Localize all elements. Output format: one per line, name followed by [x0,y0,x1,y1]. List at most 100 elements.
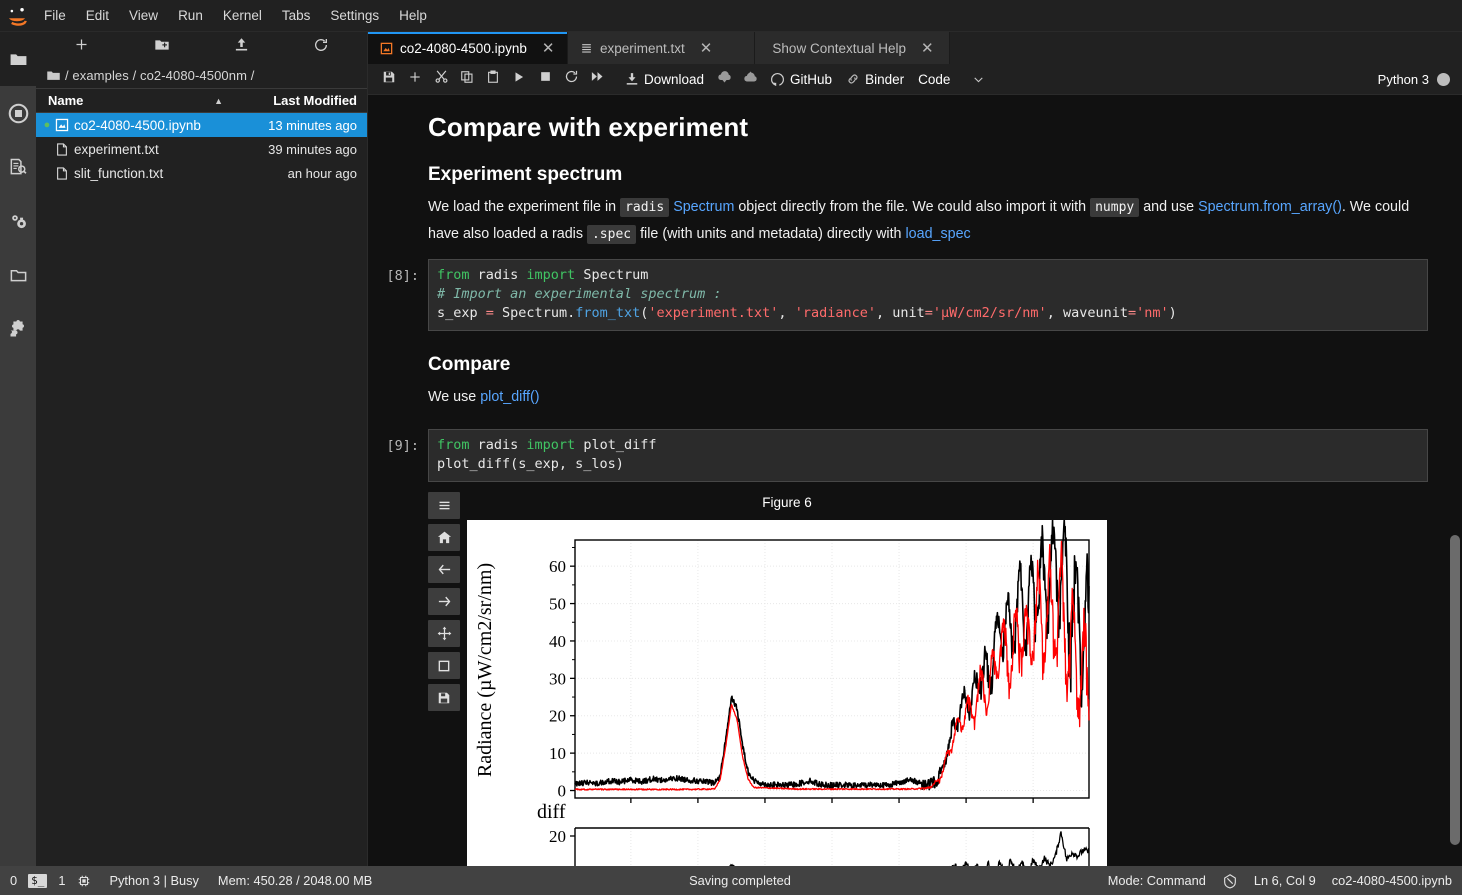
upload-button[interactable] [224,34,258,60]
code-cell-9[interactable]: [9]: from radis import plot_diff plot_di… [368,417,1448,486]
cpu-icon[interactable] [77,874,91,888]
link-spectrum-from-array[interactable]: Spectrum.from_array() [1198,199,1342,215]
refresh-button[interactable] [304,34,338,60]
run-cell-button[interactable] [506,67,532,92]
list-item[interactable]: ● co2-4080-4500.ipynb 13 minutes ago [36,113,367,137]
cursor-position[interactable]: Ln 6, Col 9 [1254,873,1316,888]
svg-text:0: 0 [558,782,567,801]
markdown-cell-heading[interactable]: Compare with experiment [368,95,1448,150]
sort-ascending-icon[interactable]: ▲ [214,96,223,106]
code-cell-8[interactable]: [8]: from radis import Spectrum # Import… [368,255,1448,335]
inline-code-numpy: numpy [1090,198,1140,217]
column-header-modified[interactable]: Last Modified [237,93,367,108]
tab-contextual-help[interactable]: Show Contextual Help ✕ [755,32,950,64]
new-folder-button[interactable] [145,34,179,60]
puzzle-piece-icon [8,319,28,339]
interrupt-kernel-button[interactable] [532,67,558,92]
copy-cell-button[interactable] [454,67,480,92]
text-run: object directly from the file. We could … [734,199,1091,215]
sidebar-item-property-inspector[interactable] [0,194,36,248]
kernel-name[interactable]: Python 3 [1378,72,1437,87]
sidebar-item-toc[interactable] [0,140,36,194]
vertical-scrollbar[interactable] [1448,95,1462,866]
copy-icon [460,70,474,89]
floppy-disk-icon [437,691,451,705]
mpl-menu-button[interactable] [428,492,460,519]
link-plot-diff[interactable]: plot_diff() [480,389,539,405]
svg-text:40: 40 [549,632,566,651]
file-name: slit_function.txt [74,165,164,181]
figure-plot[interactable]: 0102030405060020Radiance (µW/cm2/sr/nm)d… [467,520,1107,866]
menu-settings[interactable]: Settings [320,4,389,28]
inline-code-radis: radis [620,198,670,217]
binder-button[interactable]: Binder [839,67,911,92]
code-editor[interactable]: from radis import Spectrum # Import an e… [428,259,1428,331]
menu-tabs[interactable]: Tabs [272,4,321,28]
paste-cell-button[interactable] [480,67,506,92]
terminal-icon[interactable]: $_ [28,873,48,888]
mpl-back-button[interactable] [428,556,460,583]
close-icon[interactable]: ✕ [534,41,555,56]
code-editor[interactable]: from radis import plot_diff plot_diff(s_… [428,429,1428,482]
cell-type-dropdown[interactable]: Code [911,67,992,92]
markdown-cell-experiment[interactable]: Experiment spectrum We load the experime… [368,164,1448,255]
code-token: from [437,437,470,453]
column-header-name[interactable]: Name [36,93,214,108]
memory-usage[interactable]: Mem: 450.28 / 2048.00 MB [218,873,372,888]
mpl-zoom-button[interactable] [428,652,460,679]
kernels-count[interactable]: 1 [58,873,65,888]
kernel-status[interactable]: Python 3 | Busy [110,873,199,888]
mpl-pan-button[interactable] [428,620,460,647]
menu-edit[interactable]: Edit [76,4,119,28]
binder-label: Binder [865,71,905,87]
list-item[interactable]: experiment.txt 39 minutes ago [36,137,367,161]
cloud-upload-button[interactable] [737,67,763,92]
github-button[interactable]: GitHub [763,67,839,92]
tab-experiment-txt[interactable]: experiment.txt ✕ [568,32,755,64]
breadcrumb[interactable]: / examples / co2-4080-4500nm / [36,62,367,88]
menu-help[interactable]: Help [389,4,437,28]
terminals-count[interactable]: 0 [10,873,17,888]
link-load-spec[interactable]: load_spec [905,226,970,242]
restart-kernel-button[interactable] [558,67,584,92]
menu-kernel[interactable]: Kernel [213,4,272,28]
document-search-icon [8,157,28,177]
menu-run[interactable]: Run [168,4,213,28]
new-launcher-button[interactable] [65,34,99,60]
tab-notebook[interactable]: co2-4080-4500.ipynb ✕ [368,32,568,64]
menu-file[interactable]: File [34,4,76,28]
mpl-save-button[interactable] [428,684,460,711]
close-icon[interactable]: ✕ [913,41,934,56]
sidebar-item-file-browser[interactable] [0,32,36,86]
status-message: Saving completed [689,873,791,888]
editor-mode[interactable]: Mode: Command [1108,873,1206,888]
mpl-home-button[interactable] [428,524,460,551]
cloud-download-button[interactable] [711,67,737,92]
scrollbar-thumb[interactable] [1450,535,1460,845]
paragraph-compare: We use plot_diff() [428,384,1418,410]
insert-cell-button[interactable] [402,67,428,92]
menu-view[interactable]: View [119,4,168,28]
stop-square-icon [539,70,552,88]
bell-off-icon[interactable] [1222,873,1238,889]
svg-text:Radiance (µW/cm2/sr/nm): Radiance (µW/cm2/sr/nm) [474,563,496,777]
close-icon[interactable]: ✕ [692,41,713,56]
save-button[interactable] [376,67,402,92]
arrow-right-icon [437,594,452,609]
markdown-cell-compare[interactable]: Compare We use plot_diff() [368,335,1448,417]
link-spectrum[interactable]: Spectrum [673,199,734,215]
sidebar-item-extensions[interactable] [0,302,36,356]
mpl-forward-button[interactable] [428,588,460,615]
sidebar-item-open-tabs[interactable] [0,248,36,302]
restart-and-run-all-button[interactable] [584,67,610,92]
cut-cell-button[interactable] [428,67,454,92]
kernel-busy-dot[interactable] [1437,72,1450,86]
save-icon [382,70,396,89]
chevron-down-icon [972,73,985,86]
download-button[interactable]: Download [618,67,711,92]
code-token: import [526,267,576,283]
list-item[interactable]: slit_function.txt an hour ago [36,161,367,185]
play-icon [512,70,526,89]
page-title: Compare with experiment [428,112,749,142]
sidebar-item-running[interactable] [0,86,36,140]
